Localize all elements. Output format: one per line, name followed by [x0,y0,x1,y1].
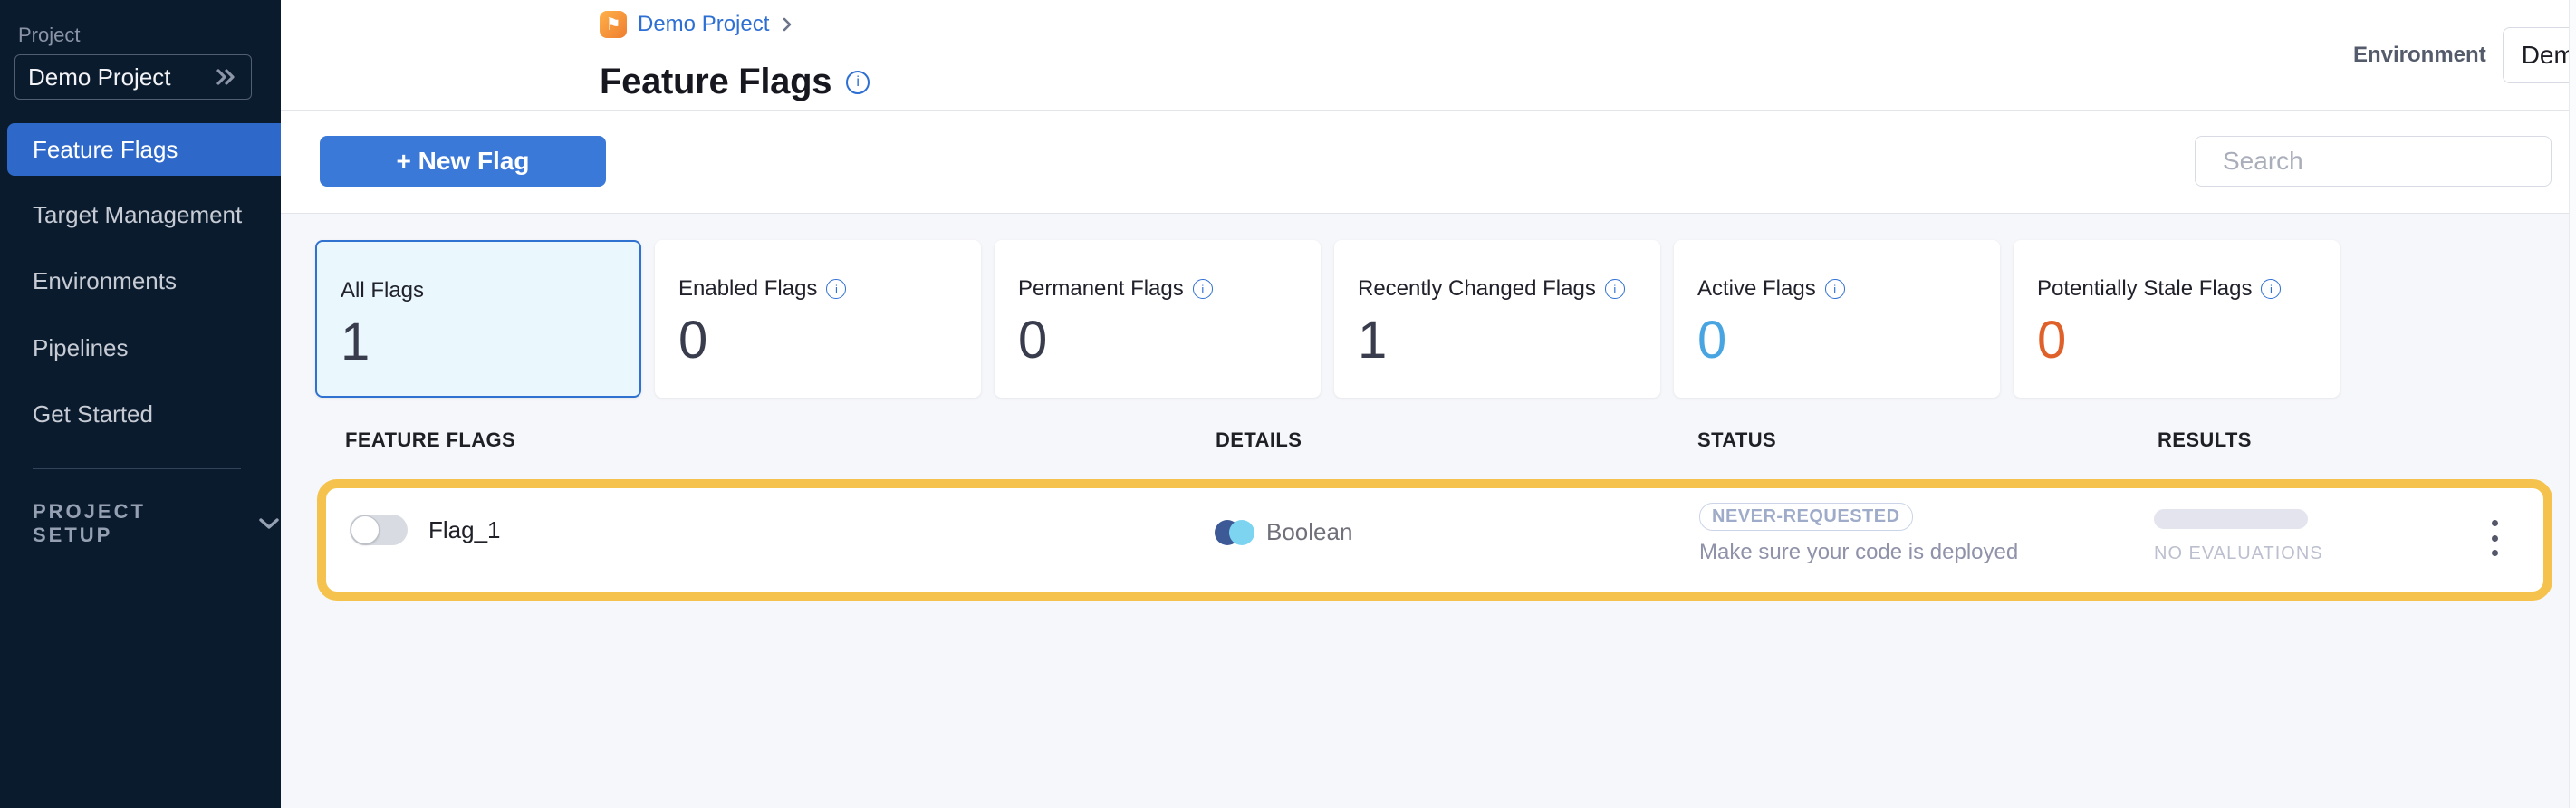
boolean-type-icon [1215,520,1254,545]
flag-type-label: Boolean [1266,518,1352,546]
stat-card-label: All Flags [341,278,424,303]
page-title: Feature Flags [600,62,831,102]
stat-card-recently-changed-flags[interactable]: Recently Changed Flags 1 [1334,240,1660,398]
stat-card-label: Permanent Flags [1018,276,1184,302]
evaluations-empty-bar [2154,509,2308,529]
environment-label: Environment [2353,43,2486,68]
stat-card-permanent-flags[interactable]: Permanent Flags 0 [995,240,1321,398]
new-flag-button[interactable]: + New Flag [320,136,606,187]
sidebar-item-pipelines[interactable]: Pipelines [0,326,281,370]
flag-name-link[interactable]: Flag_1 [428,516,501,544]
column-header-details: DETAILS [1216,428,1302,452]
stat-card-label: Active Flags [1697,276,1816,302]
stat-card-potentially-stale-flags[interactable]: Potentially Stale Flags 0 [2014,240,2340,398]
stat-card-label: Enabled Flags [678,276,817,302]
chevron-down-icon [257,515,281,532]
environment-dropdown-value: Demo Environment [2522,41,2576,70]
sidebar-item-label: Get Started [33,400,153,428]
stat-card-all-flags[interactable]: All Flags 1 [315,240,641,398]
status-message: Make sure your code is deployed [1699,540,2018,565]
info-icon[interactable] [1605,279,1625,299]
sidebar: Project Demo Project Feature Flags Targe… [0,0,281,808]
breadcrumb-project-link[interactable]: Demo Project [638,12,769,37]
sidebar-item-feature-flags[interactable]: Feature Flags [7,123,281,176]
project-selector-value: Demo Project [28,63,213,91]
page-title-row: Feature Flags [600,62,870,102]
project-setup-label: PROJECT SETUP [33,500,234,547]
sidebar-item-label: Target Management [33,201,242,229]
double-chevron-right-icon[interactable] [213,66,238,88]
project-section-label: Project [18,24,80,47]
sidebar-divider [33,468,241,469]
stat-card-label: Potentially Stale Flags [2037,276,2252,302]
sidebar-item-label: Pipelines [33,334,129,362]
sidebar-item-label: Feature Flags [33,136,178,164]
sidebar-item-label: Environments [33,267,177,295]
page-header: Demo Project Feature Flags Environment D… [281,0,2576,111]
breadcrumb: Demo Project [600,11,794,38]
row-options-menu-button[interactable] [2478,518,2511,558]
stat-card-value: 1 [341,316,616,369]
column-header-status: STATUS [1697,428,1776,452]
info-icon[interactable] [1193,279,1213,299]
stat-card-value: 0 [1697,314,1976,367]
search-input[interactable] [2223,147,2550,176]
project-selector[interactable]: Demo Project [14,54,252,100]
status-badge: NEVER-REQUESTED [1699,503,1913,531]
table-row[interactable] [317,479,2552,601]
stat-card-enabled-flags[interactable]: Enabled Flags 0 [655,240,981,398]
title-info-icon[interactable] [846,71,870,94]
stat-card-value: 0 [1018,314,1297,367]
environment-dropdown[interactable]: Demo Environment [2503,27,2576,83]
feature-flags-module-icon [600,11,627,38]
sidebar-item-target-management[interactable]: Target Management [0,193,281,236]
stat-card-label: Recently Changed Flags [1358,276,1596,302]
column-header-feature-flags: FEATURE FLAGS [345,428,515,452]
flag-toggle[interactable] [350,515,408,545]
sidebar-item-get-started[interactable]: Get Started [0,392,281,436]
info-icon[interactable] [1825,279,1845,299]
feature-flags-page: Project Demo Project Feature Flags Targe… [0,0,2576,808]
stat-card-value: 1 [1358,314,1637,367]
sidebar-item-environments[interactable]: Environments [0,259,281,303]
project-setup-section-toggle[interactable]: PROJECT SETUP [33,500,281,547]
chevron-right-icon [780,14,794,34]
stat-card-value: 0 [678,314,957,367]
info-icon[interactable] [2261,279,2281,299]
scrollbar-track[interactable] [2569,0,2576,808]
search-box [2195,136,2552,187]
toggle-knob [351,515,380,544]
no-evaluations-label: NO EVALUATIONS [2154,543,2323,564]
info-icon[interactable] [826,279,846,299]
stat-card-value: 0 [2037,314,2316,367]
environment-control: Environment Demo Environment [2353,27,2576,83]
stat-card-active-flags[interactable]: Active Flags 0 [1674,240,2000,398]
column-header-results: RESULTS [2158,428,2252,452]
